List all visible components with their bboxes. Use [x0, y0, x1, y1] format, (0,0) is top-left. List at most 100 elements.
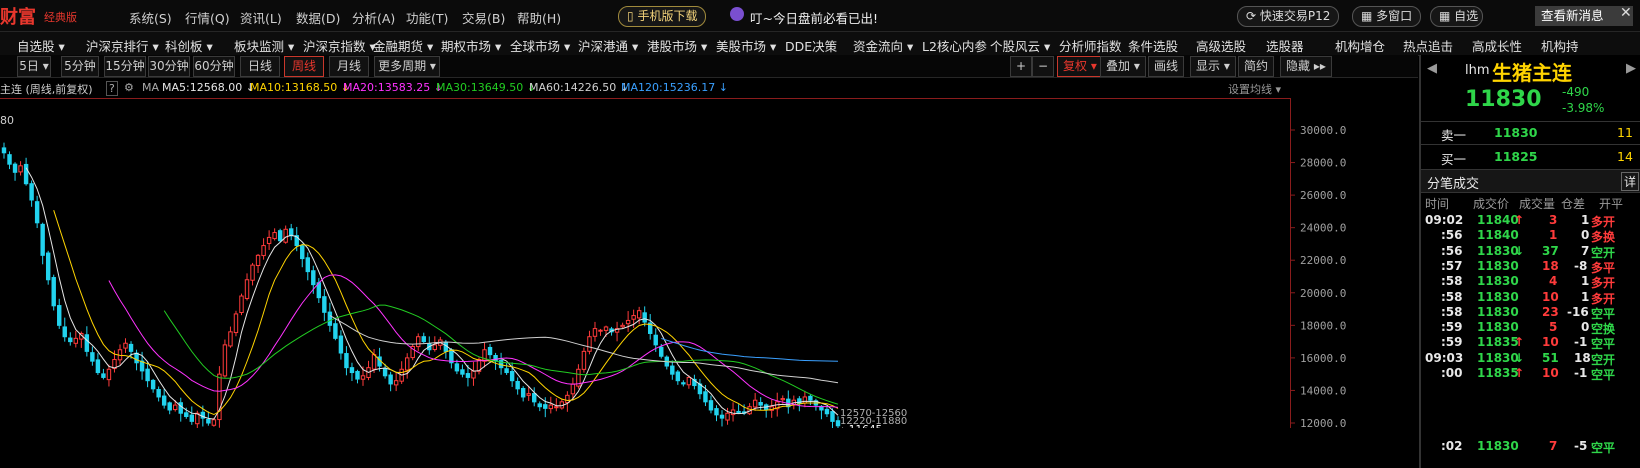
tick-oi-diff: -5 [1574, 439, 1588, 454]
tick-price: 11830 [1477, 320, 1519, 335]
tick-row: :56 11840 1 0 多换 [1421, 228, 1640, 244]
col-price: 成交价 [1473, 197, 1510, 211]
candle-body [460, 369, 465, 375]
nav-item[interactable]: 资金流向 ▾ [853, 36, 913, 55]
period-week[interactable]: 周线 [284, 56, 324, 77]
notice-link[interactable]: 叮~今日盘前必看已出! [750, 8, 878, 27]
zoom-in-button[interactable]: + [1010, 56, 1033, 77]
kline-chart[interactable]: 30000.0 28000.0 26000.0 24000.0 22000.0 20000… [0, 98, 1418, 428]
self-select-button[interactable]: ▦ 自选 [1430, 6, 1484, 27]
market-nav-bar: 自选股 ▾ 沪深京排行 ▾ 科创板 ▾ 板块监测 ▾ 沪深京指数 ▾ 金融期货 … [0, 32, 1640, 56]
ma-settings-dropdown[interactable]: 设置均线 ▾ [1228, 81, 1281, 97]
nav-item[interactable]: 机构持 [1541, 36, 1579, 55]
nav-item[interactable]: 港股市场 ▾ [647, 36, 707, 55]
period-30min[interactable]: 30分钟 [148, 56, 190, 77]
menu-system[interactable]: 系统(S) [129, 8, 172, 27]
price-change: -490 [1562, 85, 1590, 99]
nav-item[interactable]: DDE决策 [785, 36, 837, 55]
sell1-label: 卖一 [1441, 128, 1467, 143]
mobile-download-button[interactable]: ▯ 手机版下载 [618, 6, 707, 27]
tick-volume: 5 [1549, 320, 1558, 335]
menu-help[interactable]: 帮助(H) [517, 8, 561, 27]
tick-price: 11840 [1477, 228, 1519, 243]
multi-window-button[interactable]: ▦ 多窗口 [1352, 6, 1422, 27]
tick-time: :58 [1441, 289, 1463, 304]
candle-body [305, 257, 310, 273]
nav-item[interactable]: 美股市场 ▾ [716, 36, 776, 55]
phone-icon: ▯ [627, 9, 634, 23]
simple-mode-button[interactable]: 简约 [1238, 56, 1275, 77]
nav-item[interactable]: 沪深京指数 ▾ [303, 36, 376, 55]
candle-body [454, 363, 460, 372]
draw-line-button[interactable]: 画线 [1148, 56, 1185, 77]
last-price: 11830 [1465, 87, 1542, 112]
candle-body [653, 334, 658, 346]
candle-body [537, 403, 542, 408]
nav-item[interactable]: 科创板 ▾ [165, 36, 213, 55]
menu-function[interactable]: 功能(T) [406, 8, 448, 27]
candle-body [327, 311, 333, 326]
period-day[interactable]: 日线 [240, 56, 280, 77]
menu-quotes[interactable]: 行情(Q) [185, 8, 230, 27]
candle-body [123, 342, 128, 349]
menu-analysis[interactable]: 分析(A) [352, 8, 395, 27]
nav-item[interactable]: L2核心内参 [922, 36, 987, 55]
nav-item[interactable]: 全球市场 ▾ [510, 36, 570, 55]
nav-item[interactable]: 机构增仓 [1335, 36, 1385, 55]
nav-item[interactable]: 自选股 ▾ [17, 36, 65, 55]
display-dropdown[interactable]: 显示 ▾ [1190, 56, 1236, 77]
nav-item[interactable]: 热点追击 [1403, 36, 1453, 55]
zoom-out-button[interactable]: − [1032, 56, 1055, 77]
menu-data[interactable]: 数据(D) [296, 8, 340, 27]
ticks-title: 分笔成交 [1427, 177, 1480, 192]
nav-item[interactable]: 沪深港通 ▾ [578, 36, 638, 55]
candle-body [34, 201, 40, 224]
candle-body [554, 406, 559, 409]
nav-item[interactable]: 选股器 [1266, 36, 1304, 55]
ma-legend: 主连 (周线,前复权) ? ⚙ MA MA5:12568.00 ↓ MA10:1… [0, 80, 1418, 96]
gear-icon[interactable]: ⚙ [124, 81, 134, 94]
nav-item[interactable]: 条件选股 [1128, 36, 1178, 55]
nav-item[interactable]: 金融期货 ▾ [373, 36, 433, 55]
period-5min[interactable]: 5分钟 [61, 56, 99, 77]
prev-arrow-icon[interactable]: ◀ [1427, 61, 1437, 76]
next-arrow-icon[interactable]: ▶ [1626, 61, 1636, 76]
candle-body [526, 393, 531, 396]
hide-panel-button[interactable]: 隐藏 ▸▸ [1280, 56, 1332, 77]
ma5-value: MA5:12568.00 ↓ [162, 81, 255, 94]
nav-item[interactable]: 沪深京排行 ▾ [86, 36, 159, 55]
buy1-price: 11825 [1494, 149, 1538, 164]
fuquan-dropdown[interactable]: 复权 ▾ [1057, 56, 1103, 77]
period-60min[interactable]: 60分钟 [193, 56, 235, 77]
period-month[interactable]: 月线 [329, 56, 369, 77]
nav-item[interactable]: 高级选股 [1196, 36, 1246, 55]
candle-body [228, 331, 233, 347]
tick-time: 09:02 [1425, 213, 1464, 227]
help-icon[interactable]: ? [106, 81, 118, 96]
nav-item[interactable]: 分析师指数 [1059, 36, 1122, 55]
candle-body [277, 230, 283, 242]
candle-body [222, 344, 228, 377]
candle-body [670, 365, 675, 375]
candle-body [780, 398, 785, 401]
overlay-dropdown[interactable]: 叠加 ▾ [1100, 56, 1146, 77]
candle-body [23, 163, 29, 185]
nav-item[interactable]: 板块监测 ▾ [234, 36, 294, 55]
candle-down [45, 250, 51, 285]
nav-item[interactable]: 高成长性 [1472, 36, 1522, 55]
nav-item[interactable]: 个股风云 ▾ [990, 36, 1050, 55]
quick-trade-button[interactable]: ⟳ 快速交易P12 [1237, 6, 1340, 27]
candle-body [178, 402, 183, 414]
menu-news[interactable]: 资讯(L) [240, 8, 282, 27]
nav-item[interactable]: 期权市场 ▾ [441, 36, 501, 55]
candle-body [686, 376, 692, 386]
close-icon[interactable]: ✕ [1620, 5, 1632, 21]
candle-body [548, 404, 554, 410]
new-message-button[interactable]: 查看新消息 [1535, 6, 1633, 26]
period-more[interactable]: 更多周期 ▾ [374, 56, 440, 77]
menu-trade[interactable]: 交易(B) [462, 8, 505, 27]
ticks-detail-button[interactable]: 详 [1621, 172, 1640, 191]
period-15min[interactable]: 15分钟 [104, 56, 146, 77]
period-5day[interactable]: 5日 ▾ [17, 56, 51, 77]
tick-price: 11830 [1477, 304, 1519, 319]
